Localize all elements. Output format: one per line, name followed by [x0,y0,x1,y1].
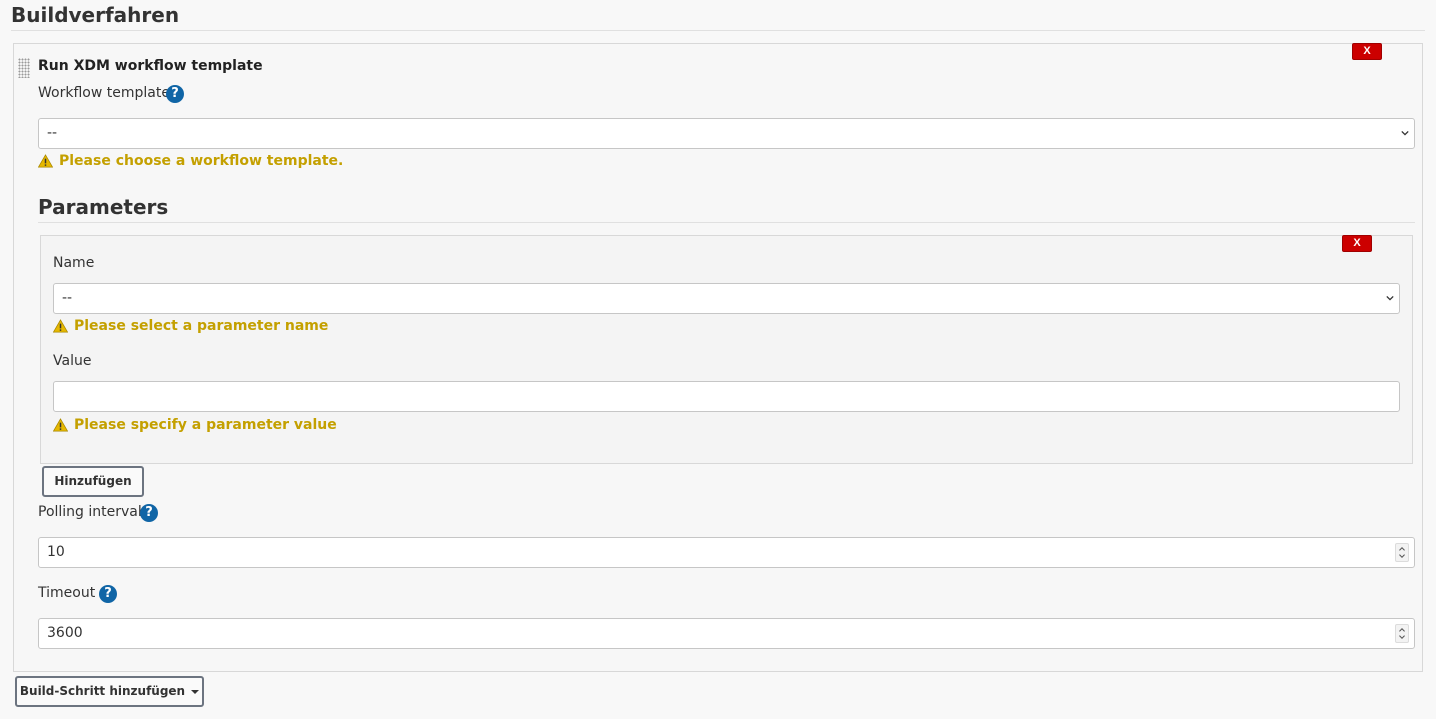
number-stepper-icon[interactable] [1395,543,1409,562]
workflow-template-label: Workflow template [38,85,170,101]
workflow-template-warning-text: Please choose a workflow template. [59,153,344,169]
parameters-title: Parameters [38,195,169,219]
chevron-down-icon [1401,130,1409,136]
drag-handle-icon[interactable] [18,58,30,78]
parameter-value-warning: Please specify a parameter value [53,417,337,433]
step-title: Run XDM workflow template [38,58,263,74]
section-title: Buildverfahren [11,3,180,27]
parameters-divider [38,222,1415,223]
add-build-step-button[interactable]: Build-Schritt hinzufügen [15,676,204,707]
warning-icon [53,319,68,333]
parameter-name-label: Name [53,255,95,271]
caret-down-icon [191,689,200,694]
workflow-template-value: -- [47,125,58,141]
help-icon[interactable]: ? [99,585,117,603]
polling-interval-label: Polling interval [38,504,142,520]
polling-interval-input[interactable]: 10 [38,537,1415,568]
timeout-input[interactable]: 3600 [38,618,1415,649]
section-divider [11,30,1425,31]
parameter-value-label: Value [53,353,92,369]
parameter-name-select[interactable]: -- [53,283,1400,314]
workflow-template-warning: Please choose a workflow template. [38,153,343,169]
polling-interval-value: 10 [47,544,65,560]
parameter-name-warning: Please select a parameter name [53,318,328,334]
add-build-step-label: Build-Schritt hinzufügen [19,684,186,698]
timeout-value: 3600 [47,625,83,641]
warning-icon [38,154,53,168]
help-icon[interactable]: ? [166,85,184,103]
parameter-name-value: -- [62,290,73,306]
number-stepper-icon[interactable] [1395,624,1409,643]
add-parameter-button[interactable]: Hinzufügen [42,466,144,497]
workflow-template-select[interactable]: -- [38,118,1415,149]
delete-parameter-button[interactable]: X [1342,235,1372,252]
parameter-value-input[interactable] [53,381,1400,412]
parameter-name-warning-text: Please select a parameter name [74,318,329,334]
timeout-label: Timeout [38,585,96,601]
help-icon[interactable]: ? [140,504,158,522]
chevron-down-icon [1386,295,1394,301]
warning-icon [53,418,68,432]
delete-step-button[interactable]: X [1352,43,1382,60]
parameter-value-warning-text: Please specify a parameter value [74,417,337,433]
